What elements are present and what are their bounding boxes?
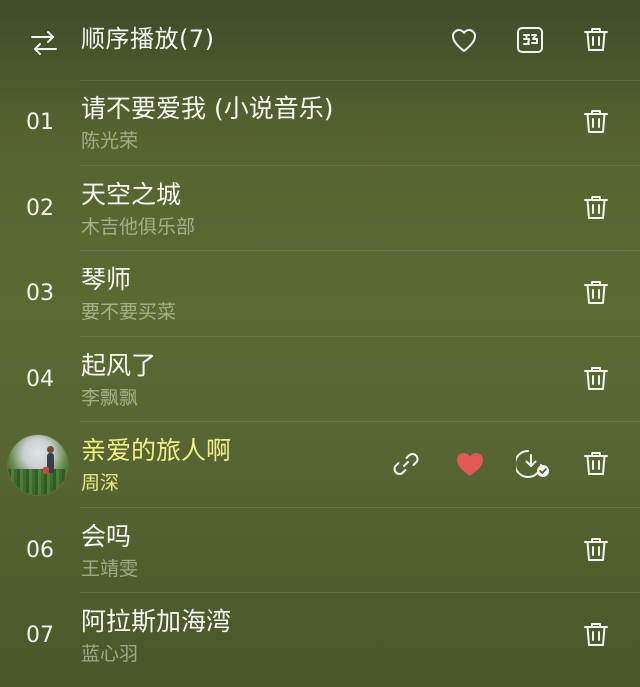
song-title: 琴师 <box>81 265 132 294</box>
album-cover-grass <box>8 469 68 495</box>
trash-icon[interactable] <box>578 446 614 482</box>
song-index: 06 <box>26 537 54 563</box>
song-artist: 王靖雯 <box>81 557 139 580</box>
song-artist: 木吉他俱乐部 <box>81 215 196 238</box>
trash-icon[interactable] <box>578 104 614 140</box>
song-artist: 李飘飘 <box>81 386 139 409</box>
heart-outline-icon[interactable] <box>446 22 482 58</box>
song-index: 01 <box>26 110 54 135</box>
code-icon[interactable] <box>512 22 548 58</box>
trash-icon[interactable] <box>578 22 614 58</box>
song-index: 04 <box>26 366 54 392</box>
song-artist: 周深 <box>81 472 120 494</box>
song-list: 01 请不要爱我 (小说音乐) 陈光荣 02 天空之城 木吉他俱乐部 03 琴师… <box>0 80 640 679</box>
song-row-2[interactable]: 02 天空之城 木吉他俱乐部 <box>0 166 640 251</box>
trash-icon[interactable] <box>578 361 614 397</box>
song-row-5-now-playing[interactable]: 亲爱的旅人啊 周深 <box>0 422 640 508</box>
trash-icon[interactable] <box>578 275 614 311</box>
link-icon[interactable] <box>388 446 424 482</box>
trash-icon[interactable] <box>578 190 614 226</box>
trash-icon[interactable] <box>578 532 614 568</box>
album-cover <box>8 435 68 495</box>
trash-icon[interactable] <box>578 617 614 653</box>
playlist-title: 顺序播放(7) <box>81 25 215 53</box>
song-title: 阿拉斯加海湾 <box>81 607 232 636</box>
song-artist: 蓝心羽 <box>81 643 139 665</box>
song-title: 天空之城 <box>81 179 182 209</box>
playlist-header: 顺序播放(7) <box>0 0 640 80</box>
song-title: 起风了 <box>81 350 157 380</box>
header-actions <box>446 22 614 58</box>
downloaded-icon[interactable] <box>516 446 552 482</box>
song-row-7[interactable]: 07 阿拉斯加海湾 蓝心羽 <box>0 593 640 679</box>
album-cover-person-head <box>47 446 54 453</box>
song-index: 07 <box>26 623 54 648</box>
song-index: 03 <box>26 281 54 306</box>
song-title: 请不要爱我 (小说音乐) <box>81 94 334 123</box>
song-index: 02 <box>26 195 54 221</box>
heart-filled-icon[interactable] <box>452 446 488 482</box>
song-row-6[interactable]: 06 会吗 王靖雯 <box>0 508 640 593</box>
song-title: 会吗 <box>81 521 132 551</box>
song-row-4[interactable]: 04 起风了 李飘飘 <box>0 337 640 422</box>
song-row-1[interactable]: 01 请不要爱我 (小说音乐) 陈光荣 <box>0 80 640 166</box>
song-row-3[interactable]: 03 琴师 要不要买菜 <box>0 251 640 337</box>
now-playing-actions <box>388 446 552 482</box>
song-title: 亲爱的旅人啊 <box>81 436 232 465</box>
song-artist: 陈光荣 <box>81 130 139 152</box>
song-artist: 要不要买菜 <box>81 301 177 323</box>
repeat-icon[interactable] <box>26 25 62 61</box>
album-cover-detail <box>43 467 49 474</box>
